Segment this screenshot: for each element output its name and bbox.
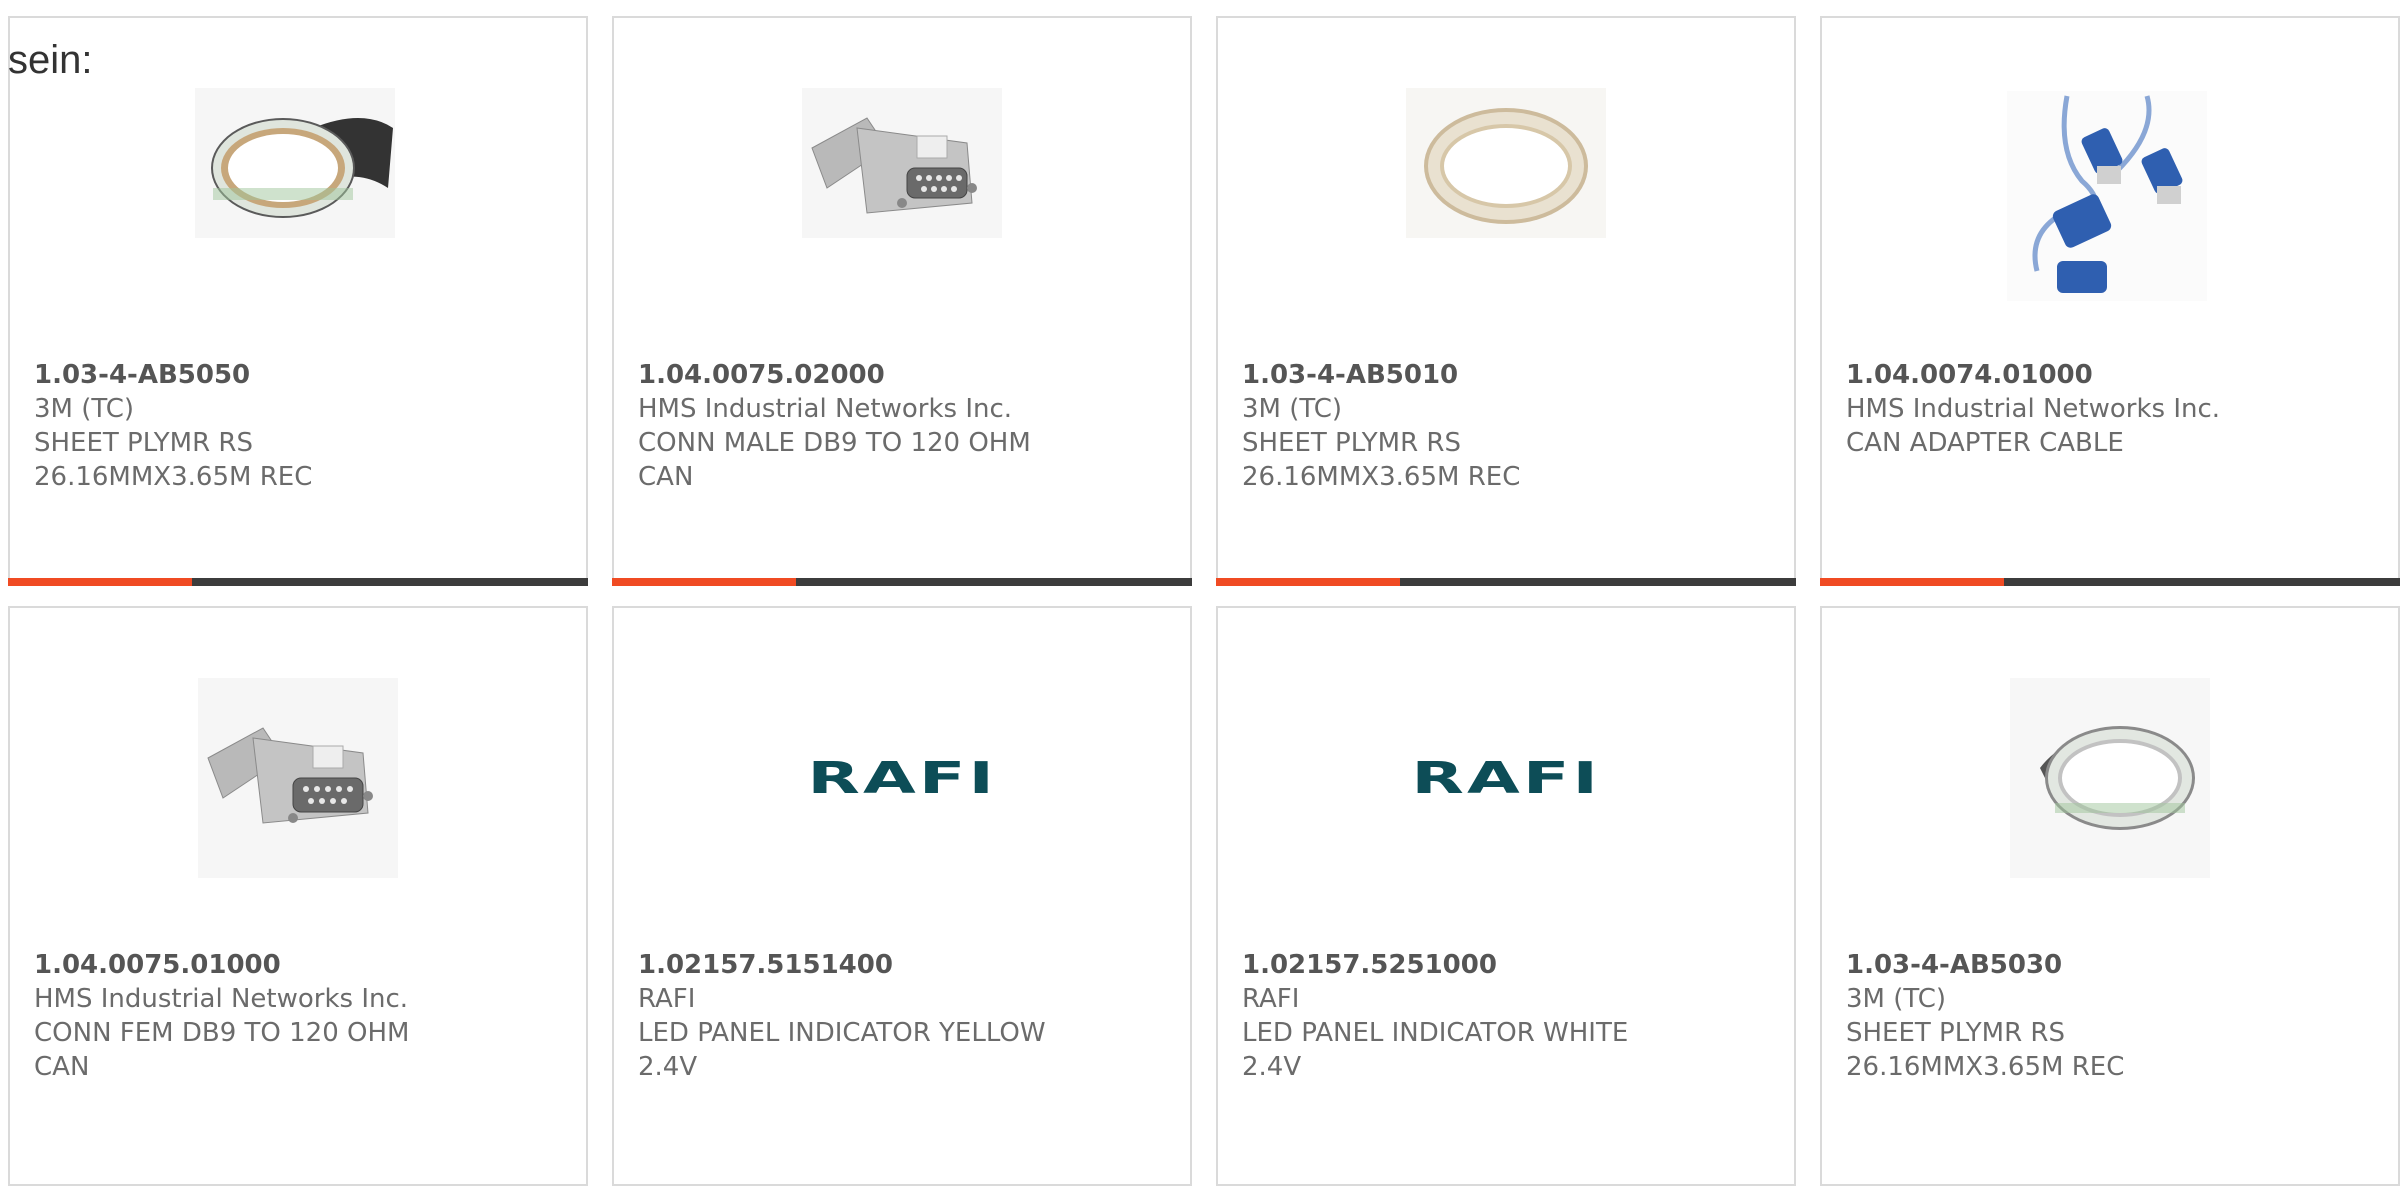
clear-tape-roll-icon bbox=[1406, 88, 1606, 238]
product-image bbox=[614, 88, 1190, 238]
db9-connector-icon bbox=[193, 678, 403, 878]
card-footer-bar bbox=[1820, 578, 2400, 586]
description: CAN ADAPTER CABLE bbox=[1846, 428, 2124, 458]
part-number: 1.02157.5151400 bbox=[638, 950, 893, 980]
manufacturer: RAFI bbox=[1242, 984, 1300, 1014]
description: SHEET PLYMR RS 26.16MMX3.65M REC bbox=[1846, 1018, 2125, 1082]
manufacturer: HMS Industrial Networks Inc. bbox=[34, 984, 409, 1014]
product-card[interactable]: 1.04.0075.02000 HMS Industrial Networks … bbox=[612, 16, 1192, 586]
product-card[interactable]: 1.04.0074.01000 HMS Industrial Networks … bbox=[1820, 16, 2400, 586]
description: SHEET PLYMR RS 26.16MMX3.65M REC bbox=[1242, 428, 1521, 492]
product-image bbox=[10, 88, 586, 238]
description: LED PANEL INDICATOR YELLOW 2.4V bbox=[638, 1018, 1046, 1082]
description: LED PANEL INDICATOR WHITE 2.4V bbox=[1242, 1018, 1629, 1082]
dark-tape-roll-icon bbox=[193, 88, 403, 238]
manufacturer: HMS Industrial Networks Inc. bbox=[1846, 394, 2221, 424]
manufacturer: HMS Industrial Networks Inc. bbox=[638, 394, 1013, 424]
can-adapter-cable-icon bbox=[2007, 91, 2207, 301]
manufacturer: RAFI bbox=[638, 984, 696, 1014]
description: SHEET PLYMR RS 26.16MMX3.65M REC bbox=[34, 428, 313, 492]
rafi-logo: RAFI bbox=[807, 752, 997, 804]
product-card[interactable]: RAFI 1.02157.5151400 RAFI LED PANEL INDI… bbox=[612, 606, 1192, 1186]
part-number: 1.04.0075.01000 bbox=[34, 950, 281, 980]
product-card[interactable]: 1.03-4-AB5050 3M (TC) SHEET PLYMR RS 26.… bbox=[8, 16, 588, 586]
product-card[interactable]: 1.03-4-AB5010 3M (TC) SHEET PLYMR RS 26.… bbox=[1216, 16, 1796, 586]
description: CONN FEM DB9 TO 120 OHM CAN bbox=[34, 1018, 410, 1082]
part-number: 1.03-4-AB5050 bbox=[34, 360, 251, 390]
part-number: 1.03-4-AB5030 bbox=[1846, 950, 2063, 980]
product-card[interactable]: RAFI 1.02157.5251000 RAFI LED PANEL INDI… bbox=[1216, 606, 1796, 1186]
card-footer-bar bbox=[1216, 578, 1796, 586]
product-image bbox=[1218, 88, 1794, 238]
card-footer-bar bbox=[8, 578, 588, 586]
grey-tape-roll-icon bbox=[2010, 678, 2210, 878]
description: CONN MALE DB9 TO 120 OHM CAN bbox=[638, 428, 1031, 492]
part-number: 1.03-4-AB5010 bbox=[1242, 360, 1459, 390]
product-card[interactable]: 1.03-4-AB5030 3M (TC) SHEET PLYMR RS 26.… bbox=[1820, 606, 2400, 1186]
part-number: 1.04.0075.02000 bbox=[638, 360, 885, 390]
manufacturer: 3M (TC) bbox=[34, 394, 135, 424]
manufacturer: 3M (TC) bbox=[1846, 984, 1947, 1014]
card-footer-bar bbox=[612, 578, 1192, 586]
part-number: 1.04.0074.01000 bbox=[1846, 360, 2093, 390]
manufacturer: 3M (TC) bbox=[1242, 394, 1343, 424]
intro-text: sein: bbox=[8, 38, 93, 82]
product-image: RAFI bbox=[614, 678, 1190, 878]
rafi-logo: RAFI bbox=[1411, 752, 1601, 804]
product-image bbox=[1822, 678, 2398, 878]
product-image: RAFI bbox=[1218, 678, 1794, 878]
product-image bbox=[1822, 86, 2398, 306]
part-number: 1.02157.5251000 bbox=[1242, 950, 1497, 980]
product-card[interactable]: 1.04.0075.01000 HMS Industrial Networks … bbox=[8, 606, 588, 1186]
db9-connector-icon bbox=[797, 88, 1007, 238]
product-image bbox=[10, 678, 586, 878]
